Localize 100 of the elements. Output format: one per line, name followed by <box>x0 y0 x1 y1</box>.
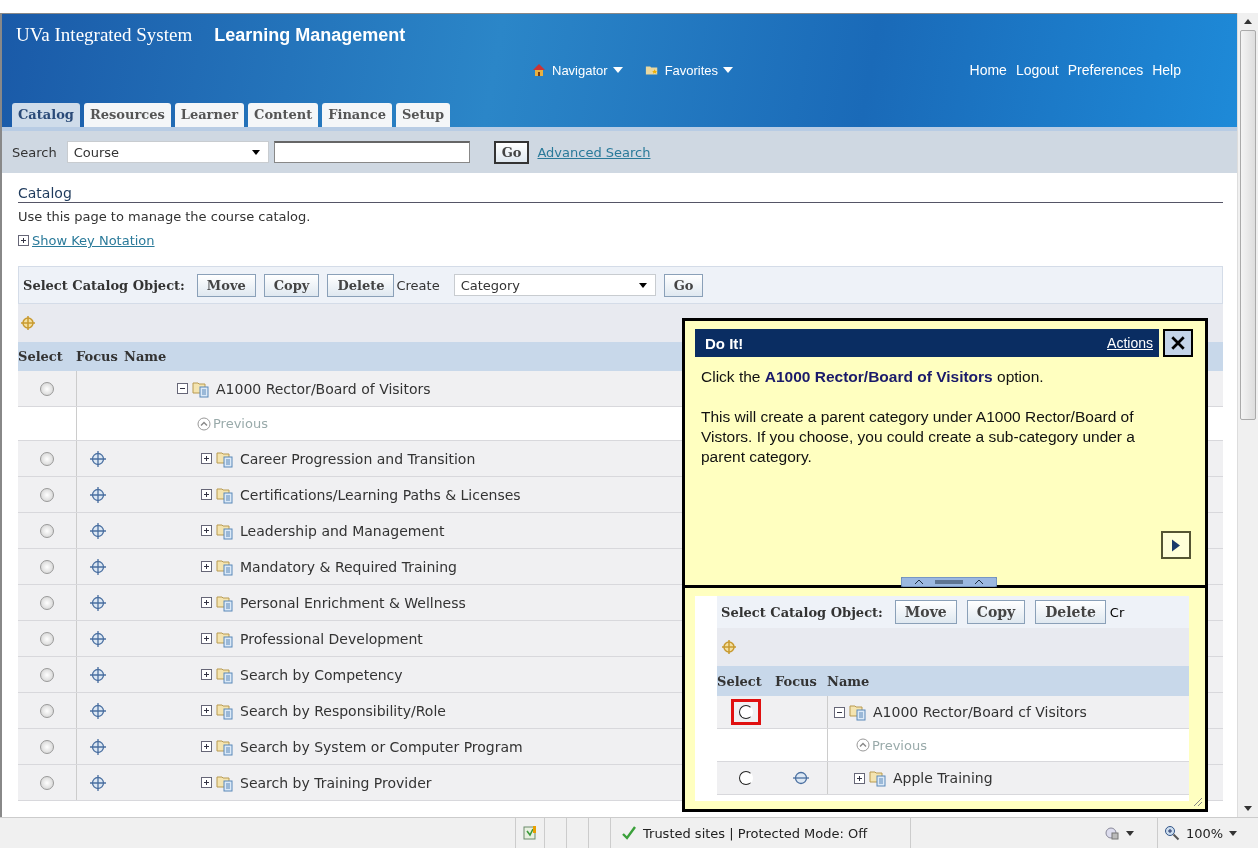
column-header: Select <box>18 349 64 364</box>
go-button[interactable]: Go <box>663 273 704 297</box>
folder-document-icon <box>216 557 234 576</box>
folder-document-icon <box>216 593 234 612</box>
toolbar-label: Select Catalog Object: <box>23 277 185 293</box>
expand-icon[interactable] <box>201 525 212 536</box>
nav-tab[interactable]: Finance <box>322 103 392 127</box>
zoom-level[interactable]: 100% <box>1186 825 1224 841</box>
folder-document-icon <box>216 521 234 540</box>
nav-tab[interactable]: Learner <box>174 103 245 127</box>
folder-document-icon <box>216 485 234 504</box>
caret-icon <box>723 67 734 73</box>
caret-icon[interactable] <box>1126 830 1134 836</box>
folder-document-icon <box>216 701 234 720</box>
search-scope-dropdown[interactable]: Course <box>66 141 269 163</box>
select-radio[interactable] <box>40 595 54 610</box>
close-icon <box>1170 335 1186 351</box>
select-radio[interactable] <box>40 631 54 646</box>
global-menu[interactable]: Navigator <box>552 62 608 78</box>
category-name[interactable]: Professional Development <box>240 630 423 647</box>
category-name[interactable]: Personal Enrichment & Wellness <box>240 594 466 611</box>
zoom-icon[interactable] <box>1164 825 1180 841</box>
create-type-dropdown[interactable]: Category <box>453 274 656 296</box>
category-name[interactable]: Mandatory & Required Training <box>240 558 457 575</box>
scroll-down-icon[interactable] <box>1244 806 1252 811</box>
select-radio[interactable] <box>40 739 54 754</box>
category-name: A1000 Rector/Board cf Visitors <box>873 704 1087 720</box>
folder-document-icon <box>192 379 210 398</box>
collapse-icon[interactable] <box>177 383 188 394</box>
expand-icon[interactable] <box>18 235 29 246</box>
select-radio[interactable] <box>40 703 54 718</box>
brand-title: UVa Integrated System <box>16 24 193 46</box>
nav-tab[interactable]: Content <box>248 103 319 127</box>
expand-icon[interactable] <box>201 489 212 500</box>
select-radio[interactable] <box>40 559 54 574</box>
house-icon <box>532 63 546 77</box>
caret-icon <box>612 67 623 73</box>
category-name[interactable]: Search by Training Provider <box>240 774 432 791</box>
category-name[interactable]: Certifications/Learning Paths & Licenses <box>240 486 521 503</box>
splitter-handle[interactable] <box>901 577 997 587</box>
category-name[interactable]: Leadership and Management <box>240 522 445 539</box>
select-radio[interactable] <box>40 487 54 502</box>
close-button[interactable] <box>1163 329 1193 357</box>
header-link[interactable]: Home <box>969 62 1007 78</box>
nav-tab[interactable]: Resources <box>83 103 171 127</box>
toolbar-button[interactable]: Copy <box>966 600 1026 624</box>
category-name[interactable]: Search by Responsibility/Role <box>240 702 446 719</box>
caret-icon[interactable] <box>1229 830 1238 836</box>
toolbar-button[interactable]: Delete <box>1035 600 1106 624</box>
create-label: Create <box>396 277 440 293</box>
create-label: Cr <box>1109 604 1125 620</box>
category-name[interactable]: Search by Competency <box>240 666 403 683</box>
expand-icon[interactable] <box>201 741 212 752</box>
search-label: Search <box>12 144 57 160</box>
toolbar-button[interactable]: Copy <box>263 273 320 297</box>
expand-icon[interactable] <box>201 777 212 788</box>
play-triangle-icon <box>1171 538 1181 552</box>
expand-icon[interactable] <box>201 597 212 608</box>
next-button[interactable] <box>1161 531 1191 559</box>
resize-grip-icon[interactable] <box>1191 795 1203 807</box>
toolbar-button[interactable]: Move <box>894 600 957 624</box>
actions-link[interactable]: Actions <box>1107 335 1153 351</box>
column-header: Name <box>124 349 167 364</box>
header-link[interactable]: Preferences <box>1067 62 1144 78</box>
expand-icon[interactable] <box>201 633 212 644</box>
folder-document-icon <box>216 449 234 468</box>
nav-tab[interactable]: Setup <box>395 103 451 127</box>
vertical-scrollbar[interactable] <box>1237 13 1258 817</box>
category-name[interactable]: A1000 Rector/Board of Visitors <box>216 380 431 397</box>
go-button[interactable]: Go <box>493 140 530 164</box>
category-name[interactable]: Search by System or Computer Program <box>240 738 523 755</box>
instruction-detail: This will create a parent category under A1000 Rector/Board of Vistors. If you choose, you could create a sub-category under a parent category. <box>700 407 1136 468</box>
select-radio[interactable] <box>40 523 54 538</box>
category-name[interactable]: Career Progression and Transition <box>240 450 476 467</box>
scroll-up-icon[interactable] <box>1244 19 1252 24</box>
select-radio[interactable] <box>40 451 54 466</box>
column-header: Name <box>827 673 871 689</box>
expand-icon[interactable] <box>201 705 212 716</box>
security-zone-text: Trusted sites | Protected Mode: Off <box>643 825 868 841</box>
nav-tab[interactable]: Catalog <box>12 103 80 127</box>
select-radio[interactable] <box>40 667 54 682</box>
expand-icon[interactable] <box>201 669 212 680</box>
instruction-text: Click the A1000 Rector/Board of Visitors option. <box>700 367 1045 387</box>
expand-icon[interactable] <box>201 453 212 464</box>
folder-document-icon <box>869 769 887 787</box>
search-field[interactable] <box>273 141 470 163</box>
header-link[interactable]: Help <box>1152 62 1181 78</box>
expand-icon[interactable] <box>201 561 212 572</box>
global-menu[interactable]: Favorites <box>664 62 719 78</box>
toolbar-button[interactable]: Delete <box>327 273 395 297</box>
category-name: Apple Training <box>893 770 993 786</box>
checkmark-icon <box>621 825 637 841</box>
select-radio[interactable] <box>40 381 54 396</box>
column-header: Focus <box>775 673 818 689</box>
select-radio[interactable] <box>40 775 54 790</box>
show-key-notation-link[interactable]: Show Key Notation <box>32 233 155 248</box>
header-link[interactable]: Logout <box>1015 62 1059 78</box>
folder-document-icon <box>849 703 867 721</box>
toolbar-button[interactable]: Move <box>196 273 256 297</box>
folder-document-icon <box>216 737 234 756</box>
